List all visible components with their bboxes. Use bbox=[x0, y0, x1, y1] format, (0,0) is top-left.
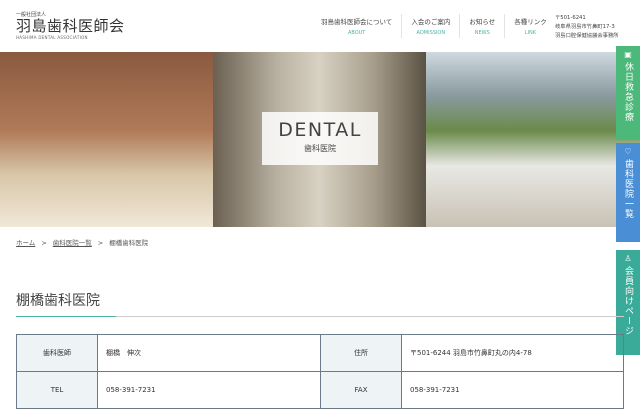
nav-sublabel: ADMISSION bbox=[416, 30, 446, 36]
hero-subtitle: 歯科医院 bbox=[304, 144, 336, 153]
main-nav: 羽島歯科医師会について ABOUT 入会のご案内 ADMISSION お知らせ NEW… bbox=[312, 14, 556, 38]
address-line: 〒501-6241 bbox=[555, 15, 586, 21]
header: 一般社団法人 羽島歯科医師会 HASHIMA DENTAL ASSOCIATIO… bbox=[0, 0, 640, 52]
nav-label: 各種リンク bbox=[514, 18, 547, 26]
table-row: TEL 058-391-7231 FAX 058-391-7231 bbox=[16, 371, 624, 409]
side-tab-label: 会員向けページ bbox=[623, 266, 633, 336]
value-fax: 058-391-7231 bbox=[401, 371, 624, 409]
side-tab-clinic-list[interactable]: ♡ 歯科医院一覧 bbox=[616, 143, 640, 242]
hero-image-horse-race bbox=[426, 52, 640, 227]
label-dentist: 歯科医師 bbox=[16, 334, 98, 372]
address-line: 羽島口腔保健協議会事務所 bbox=[555, 33, 619, 39]
side-tab-label: 歯科医院一覧 bbox=[623, 159, 633, 219]
value-tel: 058-391-7231 bbox=[97, 371, 321, 409]
hero-image-performance bbox=[0, 52, 213, 227]
nav-sublabel: NEWS bbox=[474, 30, 490, 36]
label-tel: TEL bbox=[16, 371, 98, 409]
address-line: 岐阜県羽島市竹鼻町17-3 bbox=[555, 24, 615, 30]
nav-sublabel: LINK bbox=[524, 30, 537, 36]
title-accent bbox=[16, 316, 116, 317]
nav-link[interactable]: 各種リンク LINK bbox=[505, 14, 556, 38]
breadcrumb-current: 棚橋歯科医院 bbox=[109, 239, 149, 247]
clinic-info-table: 歯科医師 棚橋 伸次 住所 〒501-6244 羽島市竹鼻町丸の内4-78 TE… bbox=[16, 334, 624, 409]
breadcrumb: ホーム > 歯科医院一覧 > 棚橋歯科医院 bbox=[16, 237, 148, 247]
breadcrumb-separator: > bbox=[41, 239, 47, 247]
header-address: 〒501-6241 岐阜県羽島市竹鼻町17-3 羽島口腔保健協議会事務所 bbox=[555, 14, 619, 41]
label-address: 住所 bbox=[320, 334, 402, 372]
value-address: 〒501-6244 羽島市竹鼻町丸の内4-78 bbox=[401, 334, 624, 372]
breadcrumb-separator: > bbox=[97, 239, 104, 247]
value-dentist: 棚橋 伸次 bbox=[97, 334, 321, 372]
nav-label: 入会のご案内 bbox=[411, 18, 451, 26]
hero-title-box: DENTAL 歯科医院 bbox=[262, 112, 378, 165]
side-tab-emergency[interactable]: ▣ 休日救急診療 bbox=[616, 46, 640, 140]
person-icon: ♙ bbox=[624, 254, 632, 263]
logo-en: HASHIMA DENTAL ASSOCIATION bbox=[16, 35, 88, 40]
hero-title: DENTAL bbox=[278, 119, 362, 141]
breadcrumb-home[interactable]: ホーム bbox=[16, 239, 35, 247]
label-fax: FAX bbox=[320, 371, 402, 409]
table-row: 歯科医師 棚橋 伸次 住所 〒501-6244 羽島市竹鼻町丸の内4-78 bbox=[16, 334, 624, 372]
nav-about[interactable]: 羽島歯科医師会について ABOUT bbox=[312, 14, 403, 38]
nav-label: 羽島歯科医師会について bbox=[321, 18, 393, 26]
logo[interactable]: 一般社団法人 羽島歯科医師会 HASHIMA DENTAL ASSOCIATIO… bbox=[16, 11, 125, 40]
nav-news[interactable]: お知らせ NEWS bbox=[460, 14, 506, 38]
page-title: 棚橋歯科医院 bbox=[16, 293, 100, 309]
breadcrumb-clinic-list[interactable]: 歯科医院一覧 bbox=[53, 239, 92, 247]
side-tab-label: 休日救急診療 bbox=[623, 62, 633, 122]
nav-label: お知らせ bbox=[469, 18, 496, 26]
hospital-icon: ▣ bbox=[624, 50, 632, 59]
nav-sublabel: ABOUT bbox=[347, 30, 366, 36]
hero-banner: DENTAL 歯科医院 bbox=[0, 52, 640, 227]
tooth-icon: ♡ bbox=[624, 147, 632, 156]
nav-admission[interactable]: 入会のご案内 ADMISSION bbox=[402, 14, 461, 38]
logo-name: 羽島歯科医師会 bbox=[16, 17, 125, 35]
